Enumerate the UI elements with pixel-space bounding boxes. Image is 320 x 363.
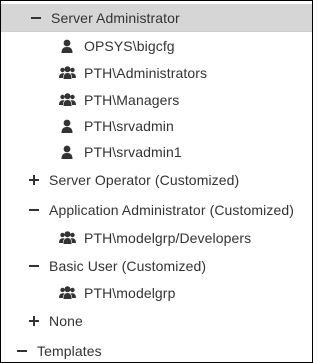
tree-leaf-opsys-bigcfg[interactable]: OPSYS\bigcfg xyxy=(1,32,312,59)
tree-leaf-pth-srvadmin1[interactable]: PTH\srvadmin1 xyxy=(1,138,312,165)
tree-node-server-operator[interactable]: Server Operator (Customized) xyxy=(1,166,312,193)
tree-leaf-label: PTH\srvadmin1 xyxy=(84,143,182,160)
user-icon xyxy=(58,144,76,160)
tree-leaf-pth-modelgrp-developers[interactable]: PTH\modelgrp/Developers xyxy=(1,224,312,251)
expand-icon[interactable] xyxy=(27,314,41,328)
tree-node-none[interactable]: None xyxy=(1,307,312,334)
expand-icon[interactable] xyxy=(27,173,41,187)
collapse-icon[interactable] xyxy=(29,17,43,19)
tree-node-label: Server Operator (Customized) xyxy=(49,171,240,188)
tree-leaf-label: PTH\Administrators xyxy=(84,64,208,81)
tree-leaf-label: PTH\Managers xyxy=(84,91,180,108)
users-group-icon xyxy=(58,230,76,246)
tree-node-label: Application Administrator (Customized) xyxy=(49,201,295,218)
tree-node-label: Templates xyxy=(37,342,102,359)
collapse-icon[interactable] xyxy=(27,209,41,211)
collapse-icon[interactable] xyxy=(27,265,41,267)
tree-leaf-label: PTH\srvadmin xyxy=(84,117,174,134)
user-icon xyxy=(58,38,76,54)
tree-leaf-pth-srvadmin[interactable]: PTH\srvadmin xyxy=(1,112,312,139)
users-group-icon xyxy=(58,285,76,301)
tree-node-label: Server Administrator xyxy=(51,9,180,26)
role-tree-panel: Server Administrator OPSYS\bigcfg PTH\Ad… xyxy=(0,0,313,363)
tree-leaf-label: PTH\modelgrp xyxy=(84,284,176,301)
tree-node-application-administrator[interactable]: Application Administrator (Customized) xyxy=(1,196,312,223)
tree-node-label: None xyxy=(49,312,83,329)
tree-leaf-label: PTH\modelgrp/Developers xyxy=(84,229,252,246)
tree-node-templates[interactable]: Templates xyxy=(1,337,312,362)
users-group-icon xyxy=(58,65,76,81)
tree-node-server-administrator[interactable]: Server Administrator xyxy=(1,4,312,32)
tree-node-basic-user[interactable]: Basic User (Customized) xyxy=(1,252,312,279)
users-group-icon xyxy=(58,92,76,108)
tree-leaf-pth-managers[interactable]: PTH\Managers xyxy=(1,86,312,113)
tree-leaf-pth-modelgrp[interactable]: PTH\modelgrp xyxy=(1,279,312,306)
user-icon xyxy=(58,118,76,134)
collapse-icon[interactable] xyxy=(15,350,29,352)
tree-leaf-label: OPSYS\bigcfg xyxy=(84,37,175,54)
tree-node-label: Basic User (Customized) xyxy=(49,257,207,274)
tree-leaf-pth-administrators[interactable]: PTH\Administrators xyxy=(1,59,312,86)
